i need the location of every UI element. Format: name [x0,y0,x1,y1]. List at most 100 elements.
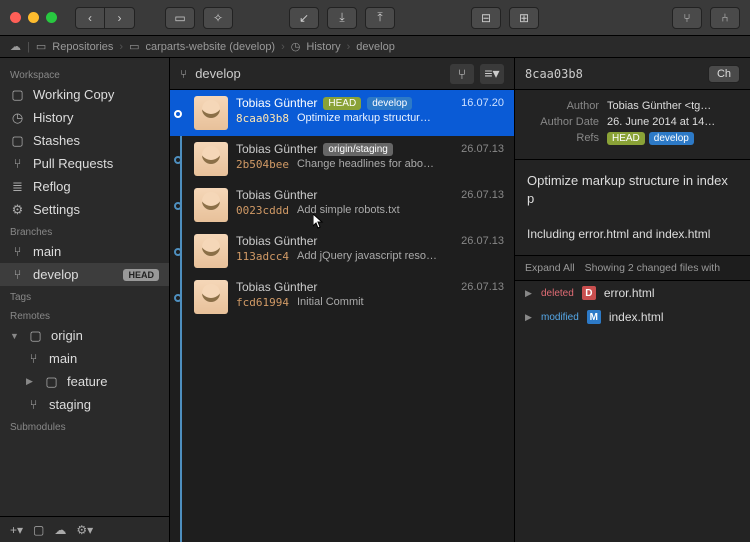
refs-value: HEADdevelop [607,132,738,145]
date-value: 26. June 2014 at 14… [607,116,738,128]
close-window-button[interactable] [10,12,21,23]
file-row[interactable]: ▶ modified M index.html [515,305,750,329]
disclosure-icon[interactable]: ▶ [525,312,533,323]
gear-icon: ⚙ [10,202,25,217]
pull-button[interactable]: ⤓ [327,7,357,29]
branch-button[interactable]: ⑂ [672,7,702,29]
file-row[interactable]: ▶ deleted D error.html [515,281,750,305]
file-name: index.html [609,310,664,324]
disclosure-icon[interactable]: ▼ [10,331,20,341]
graph-dot [174,202,182,210]
cloud-icon: ☁ [10,40,21,53]
disclosure-icon[interactable]: ▶ [26,376,36,387]
commit-date: 26.07.13 [461,281,504,293]
sidebar-item-history[interactable]: ◷History [0,106,169,129]
sidebar-item-label: feature [67,374,107,389]
commit-author: Tobias Günther [236,96,317,110]
branch-icon: ⑂ [10,267,25,282]
push-button[interactable]: ⤒ [365,7,395,29]
forward-button[interactable]: › [105,7,135,29]
commit-hash: 113adcc4 [236,250,289,263]
view-options-button[interactable]: ≡▾ [480,64,504,84]
magic-button[interactable]: ✧ [203,7,233,29]
commit-message-short: Change headlines for abo… [297,158,434,171]
avatar [194,96,228,130]
cloud-button[interactable]: ☁ [54,523,66,537]
ref-badge: HEAD [323,97,361,110]
graph-toggle-button[interactable]: ⑂ [450,64,474,84]
folder-icon: ▢ [10,133,25,148]
commit-hash: 0023cddd [236,204,289,217]
graph-dot [174,294,182,302]
sidebar-item-label: Settings [33,202,80,217]
sidebar-item-label: main [33,244,61,259]
sidebar-item-label: Pull Requests [33,156,113,171]
ref-badge: origin/staging [323,143,392,156]
avatar [194,142,228,176]
merge-button[interactable]: ⑃ [710,7,740,29]
refs-label: Refs [527,132,599,145]
expand-all-button[interactable]: Expand All [525,262,575,274]
commit-date: 16.07.20 [461,97,504,109]
sidebar-branch-main[interactable]: ⑂main [0,240,169,263]
files-header: Expand All Showing 2 changed files with [515,256,750,281]
sidebar-item-pull-requests[interactable]: ⑂Pull Requests [0,152,169,175]
sidebar-remote-feature[interactable]: ▶▢feature [0,370,169,393]
commit-message-short: Optimize markup structur… [297,112,431,125]
breadcrumb-item[interactable]: carparts-website (develop) [145,41,275,53]
sidebar-remote-main[interactable]: ⑂main [0,347,169,370]
sidebar-remote-origin[interactable]: ▼▢origin [0,324,169,347]
commit-row[interactable]: Tobias Günther 26.07.13 113adcc4 Add jQu… [170,228,514,274]
ref-badge: HEAD [607,132,645,145]
disclosure-icon[interactable]: ▶ [525,288,533,299]
commit-row[interactable]: Tobias Günther HEADdevelop 16.07.20 8caa… [170,90,514,136]
clock-icon: ◷ [291,40,301,53]
avatar [194,280,228,314]
add-button[interactable]: +▾ [10,523,23,537]
branch-icon: ⑂ [26,351,41,366]
fetch-button[interactable]: ↙ [289,7,319,29]
zoom-window-button[interactable] [46,12,57,23]
files-showing-text: Showing 2 changed files with [585,262,720,274]
section-header-submodules: Submodules [0,416,169,435]
sidebar: Workspace ▢Working Copy ◷History ▢Stashe… [0,58,170,542]
detail-hash: 8caa03b8 [525,67,583,81]
commit-row[interactable]: Tobias Günther origin/staging 26.07.13 2… [170,136,514,182]
file-list: ▶ deleted D error.html ▶ modified M inde… [515,281,750,329]
breadcrumb-item[interactable]: develop [356,41,395,53]
repo-icon: ▭ [36,40,46,53]
graph-dot [174,156,182,164]
commit-hash: 2b504bee [236,158,289,171]
sidebar-item-reflog[interactable]: ≣ Reflog [0,175,169,198]
section-header-tags: Tags [0,286,169,305]
apply-stash-button[interactable]: ⊞ [509,7,539,29]
commit-row[interactable]: Tobias Günther 26.07.13 fcd61994 Initial… [170,274,514,320]
list-icon: ≣ [10,179,25,194]
checkout-button[interactable]: Ch [708,65,740,83]
terminal-button[interactable]: ▢ [33,523,44,537]
date-label: Author Date [527,116,599,128]
commit-list: Tobias Günther HEADdevelop 16.07.20 8caa… [170,90,514,542]
sidebar-item-settings[interactable]: ⚙ Settings [0,198,169,221]
window-layout-button[interactable]: ▭ [165,7,195,29]
sidebar-item-stashes[interactable]: ▢ Stashes [0,129,169,152]
ref-badge: develop [367,97,412,110]
breadcrumb-item[interactable]: Repositories [52,41,113,53]
clock-icon: ◷ [10,110,25,125]
folder-icon: ▭ [129,40,139,53]
sidebar-remote-staging[interactable]: ⑂staging [0,393,169,416]
breadcrumb-item[interactable]: History [306,41,340,53]
file-status: modified [541,312,579,323]
stash-button[interactable]: ⊟ [471,7,501,29]
commit-message-body: Including error.html and index.html [527,226,738,243]
sidebar-branch-develop[interactable]: ⑂developHEAD [0,263,169,286]
commit-row[interactable]: Tobias Günther 26.07.13 0023cddd Add sim… [170,182,514,228]
minimize-window-button[interactable] [28,12,39,23]
folder-icon: ▢ [10,87,25,102]
back-button[interactable]: ‹ [75,7,105,29]
sidebar-item-label: Stashes [33,133,80,148]
commit-message-short: Add jQuery javascript reso… [297,250,437,263]
settings-button[interactable]: ⚙▾ [76,523,93,537]
sidebar-item-working-copy[interactable]: ▢Working Copy [0,83,169,106]
sidebar-item-label: Reflog [33,179,71,194]
